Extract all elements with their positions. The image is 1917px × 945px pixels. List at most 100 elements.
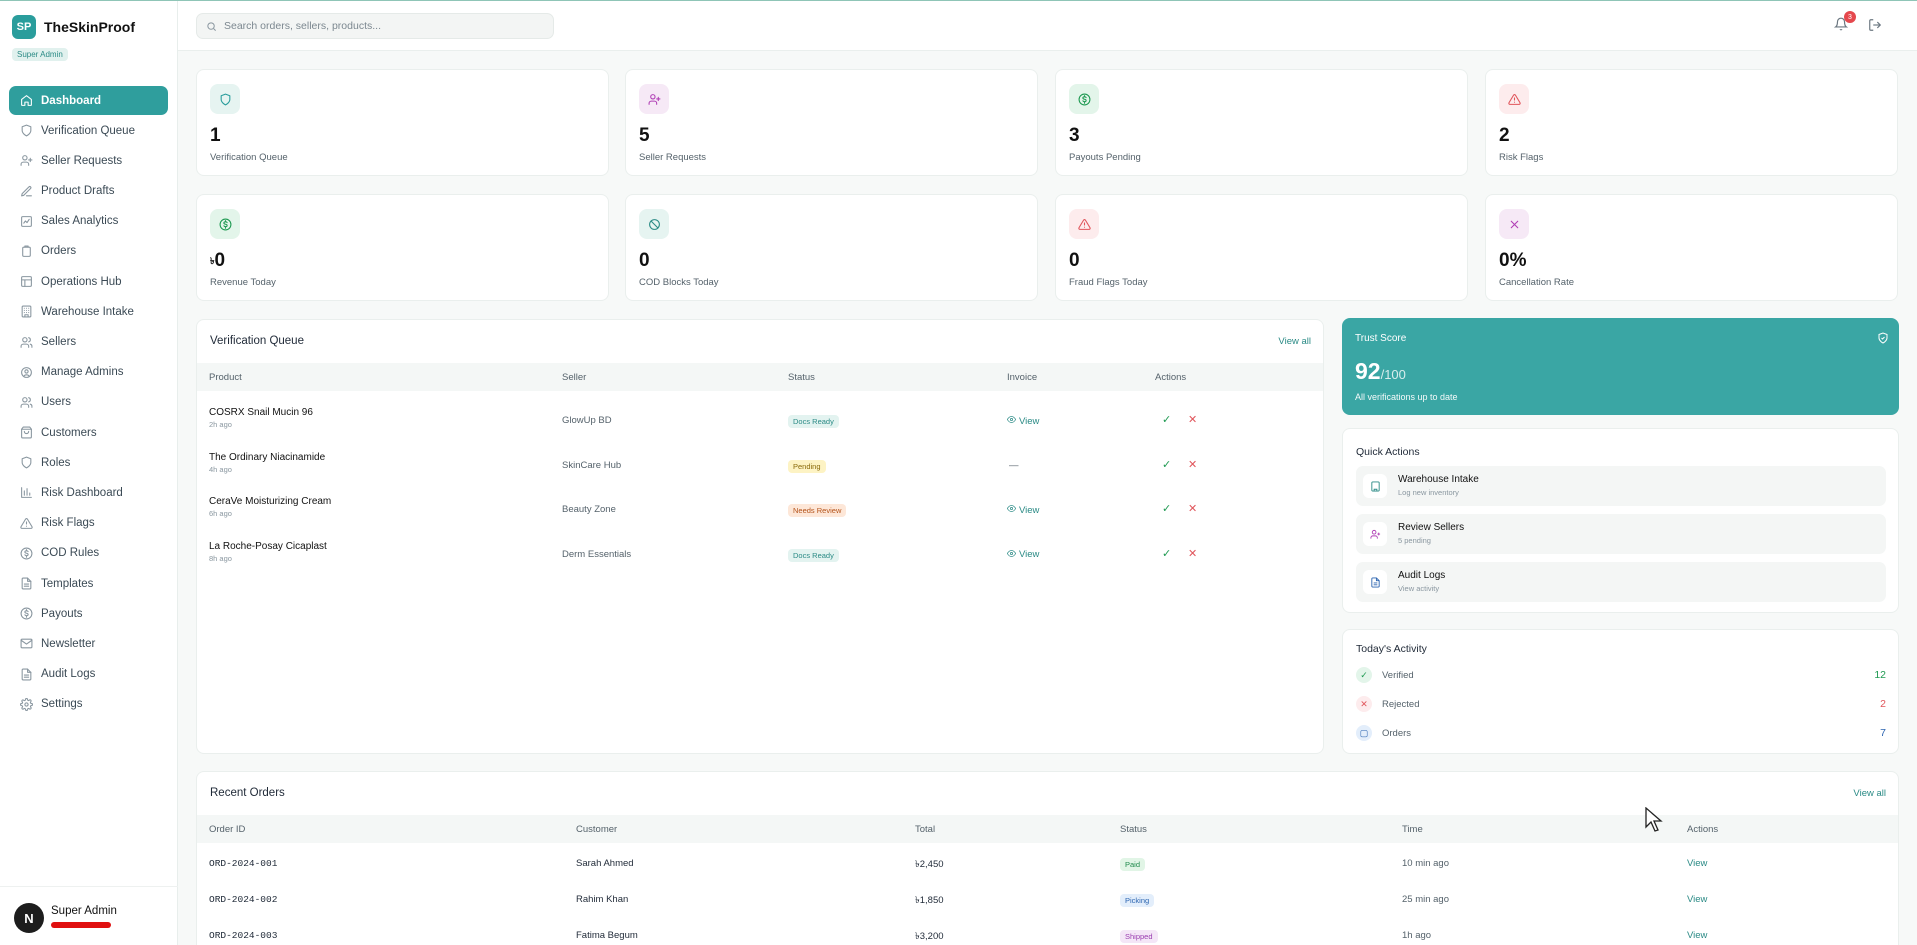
dollar-icon (20, 547, 33, 560)
chart-icon (20, 215, 33, 228)
quick-action-subtitle: 5 pending (1398, 536, 1431, 545)
stat-card-cancellation-rate[interactable]: 0% Cancellation Rate (1485, 194, 1898, 301)
sidebar-item-verification-queue[interactable]: Verification Queue (9, 116, 168, 145)
invoice-view-link[interactable]: View (1007, 504, 1039, 516)
sidebar-item-label: Payouts (41, 608, 83, 620)
sidebar-item-risk-flags[interactable]: Risk Flags (9, 509, 168, 538)
sidebar-item-orders[interactable]: Orders (9, 237, 168, 266)
redaction-mark (51, 922, 111, 928)
sidebar-item-cod-rules[interactable]: COD Rules (9, 539, 168, 568)
sidebar-nav: DashboardVerification QueueSeller Reques… (9, 86, 168, 720)
sidebar-item-seller-requests[interactable]: Seller Requests (9, 146, 168, 175)
quick-action-warehouse-intake[interactable]: Warehouse Intake Log new inventory (1356, 466, 1886, 506)
table-row: COSRX Snail Mucin 962h ago GlowUp BD Doc… (197, 402, 1323, 442)
sidebar-item-label: Risk Dashboard (41, 487, 123, 499)
stat-card-cod-blocks-today[interactable]: 0 COD Blocks Today (625, 194, 1038, 301)
sidebar-item-risk-dashboard[interactable]: Risk Dashboard (9, 478, 168, 507)
quick-action-review-sellers[interactable]: Review Sellers 5 pending (1356, 514, 1886, 554)
sidebar-item-settings[interactable]: Settings (9, 690, 168, 719)
approve-button[interactable]: ✓ (1162, 547, 1171, 560)
product-cell: COSRX Snail Mucin 962h ago (209, 407, 313, 429)
activity-row-orders: ▢ Orders 7 (1356, 723, 1886, 743)
reject-button[interactable]: ✕ (1188, 413, 1197, 426)
order-view-link[interactable]: View (1687, 930, 1707, 941)
verification-table-header: Product Seller Status Invoice Actions (197, 363, 1323, 391)
stat-label: Payouts Pending (1069, 152, 1141, 163)
stat-card-payouts-pending[interactable]: 3 Payouts Pending (1055, 69, 1468, 176)
sidebar-item-newsletter[interactable]: Newsletter (9, 629, 168, 658)
verification-queue-title: Verification Queue (210, 335, 304, 347)
sidebar-item-payouts[interactable]: Payouts (9, 599, 168, 628)
sidebar-item-sellers[interactable]: Sellers (9, 328, 168, 357)
stat-value: 0 (1069, 250, 1080, 272)
sidebar-item-label: Warehouse Intake (41, 306, 134, 318)
activity-label: Orders (1382, 728, 1411, 739)
logout-icon[interactable] (1868, 18, 1882, 35)
reject-button[interactable]: ✕ (1188, 458, 1197, 471)
invoice-view-link[interactable]: View (1007, 415, 1039, 427)
sidebar-item-manage-admins[interactable]: Manage Admins (9, 358, 168, 387)
user-gear-icon (20, 366, 33, 379)
sidebar-item-dashboard[interactable]: Dashboard (9, 86, 168, 115)
verification-view-all-link[interactable]: View all (1278, 336, 1311, 347)
sidebar-item-label: Orders (41, 245, 76, 257)
trust-title: Trust Score (1355, 333, 1406, 344)
sidebar-item-audit-logs[interactable]: Audit Logs (9, 660, 168, 689)
stat-card-revenue-today[interactable]: ৳0 Revenue Today (196, 194, 609, 301)
order-status-badge: Picking (1120, 894, 1154, 907)
col-order-id: Order ID (209, 824, 245, 835)
order-view-link[interactable]: View (1687, 894, 1707, 905)
status-badge: Docs Ready (788, 415, 839, 428)
stat-card-seller-requests[interactable]: 5 Seller Requests (625, 69, 1038, 176)
stat-number: 0% (1499, 250, 1526, 271)
approve-button[interactable]: ✓ (1162, 502, 1171, 515)
approve-button[interactable]: ✓ (1162, 458, 1171, 471)
stat-number: 5 (639, 125, 650, 146)
clipboard-icon (20, 245, 33, 258)
stat-card-risk-flags[interactable]: 2 Risk Flags (1485, 69, 1898, 176)
sidebar-item-users[interactable]: Users (9, 388, 168, 417)
invoice-label: View (1019, 416, 1039, 427)
col-status: Status (788, 372, 815, 383)
table-row: La Roche-Posay Cicaplast8h ago Derm Esse… (197, 536, 1323, 576)
brand[interactable]: SP TheSkinProof (12, 15, 135, 39)
sidebar-item-sales-analytics[interactable]: Sales Analytics (9, 207, 168, 236)
reject-button[interactable]: ✕ (1188, 547, 1197, 560)
table-row: ORD-2024-002 Rahim Khan ৳1,850 Picking 2… (197, 886, 1898, 916)
approve-button[interactable]: ✓ (1162, 413, 1171, 426)
recent-orders-panel: Recent Orders View all Order ID Customer… (196, 771, 1899, 945)
sidebar-item-customers[interactable]: Customers (9, 418, 168, 447)
product-cell: La Roche-Posay Cicaplast8h ago (209, 541, 327, 563)
sidebar-item-product-drafts[interactable]: Product Drafts (9, 177, 168, 206)
sidebar-item-label: Operations Hub (41, 276, 122, 288)
stat-label: Cancellation Rate (1499, 277, 1574, 288)
stat-card-fraud-flags-today[interactable]: 0 Fraud Flags Today (1055, 194, 1468, 301)
col-invoice: Invoice (1007, 372, 1037, 383)
quick-action-audit-logs[interactable]: Audit Logs View activity (1356, 562, 1886, 602)
stat-label: Risk Flags (1499, 152, 1543, 163)
quick-action-subtitle: View activity (1398, 584, 1439, 593)
shield-icon (20, 124, 33, 137)
dollar-icon (210, 209, 240, 239)
dollar-icon (20, 607, 33, 620)
product-name: The Ordinary Niacinamide (209, 452, 325, 463)
sidebar-item-roles[interactable]: Roles (9, 448, 168, 477)
search-input[interactable] (224, 20, 524, 32)
stat-value: 0% (1499, 250, 1526, 272)
sidebar-item-operations-hub[interactable]: Operations Hub (9, 267, 168, 296)
orders-view-all-link[interactable]: View all (1853, 788, 1886, 799)
sidebar-item-warehouse-intake[interactable]: Warehouse Intake (9, 297, 168, 326)
invoice-view-link[interactable]: View (1007, 549, 1039, 561)
order-time: 1h ago (1402, 930, 1431, 941)
user-profile[interactable]: N Super Admin (0, 886, 178, 945)
stat-card-verification-queue[interactable]: 1 Verification Queue (196, 69, 609, 176)
order-view-link[interactable]: View (1687, 858, 1707, 869)
status-badge: Docs Ready (788, 549, 839, 562)
stat-label: Seller Requests (639, 152, 706, 163)
col-total: Total (915, 824, 935, 835)
reject-button[interactable]: ✕ (1188, 502, 1197, 515)
mail-icon (20, 637, 33, 650)
sidebar-item-templates[interactable]: Templates (9, 569, 168, 598)
brand-logo: SP (12, 15, 36, 39)
activity-row-rejected: ✕ Rejected 2 (1356, 694, 1886, 714)
